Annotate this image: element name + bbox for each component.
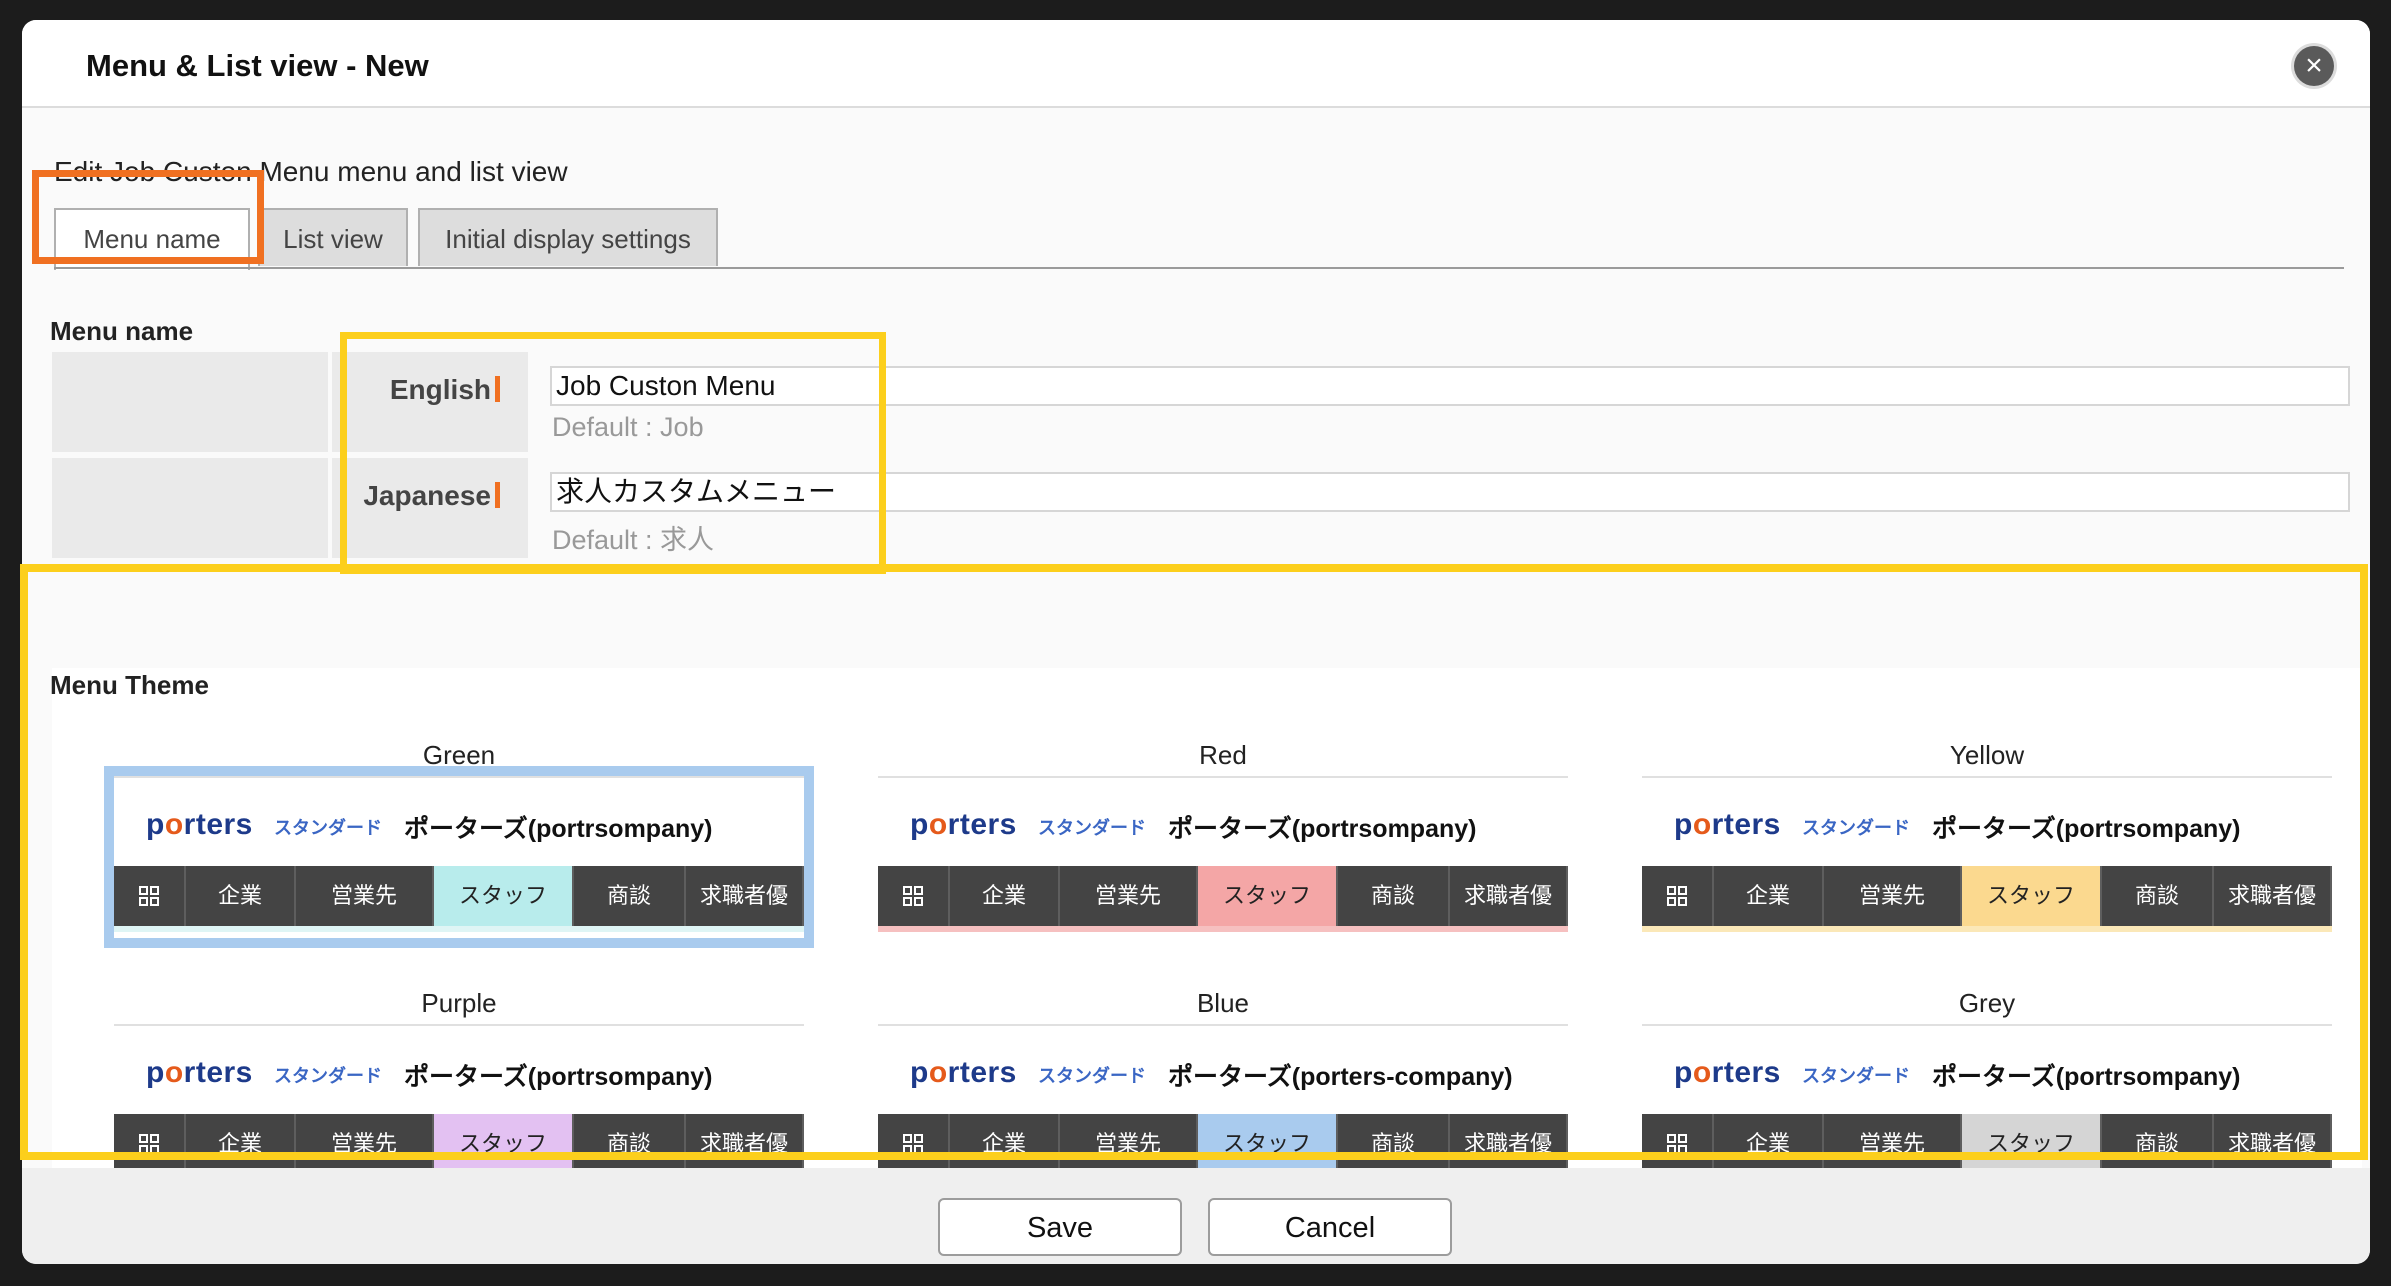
save-button[interactable]: Save: [938, 1198, 1182, 1256]
tab-underline: [54, 267, 2344, 269]
row-spacer: [52, 458, 328, 558]
dialog-title: Menu & List view - New: [86, 48, 429, 83]
menu-name-section-label: Menu name: [50, 316, 194, 346]
name-fields-highlight-box: [340, 332, 886, 574]
dialog-footer: Save Cancel: [22, 1168, 2370, 1264]
tab-initial-display-settings[interactable]: Initial display settings: [418, 208, 718, 266]
tab-highlight-box: [32, 170, 264, 264]
dialog-header: Menu & List view - New ×: [22, 20, 2370, 108]
tab-list-view[interactable]: List view: [258, 208, 408, 266]
cancel-button[interactable]: Cancel: [1208, 1198, 1452, 1256]
theme-highlight-box: [20, 564, 2368, 1160]
close-icon[interactable]: ×: [2294, 46, 2334, 86]
row-spacer: [52, 352, 328, 452]
